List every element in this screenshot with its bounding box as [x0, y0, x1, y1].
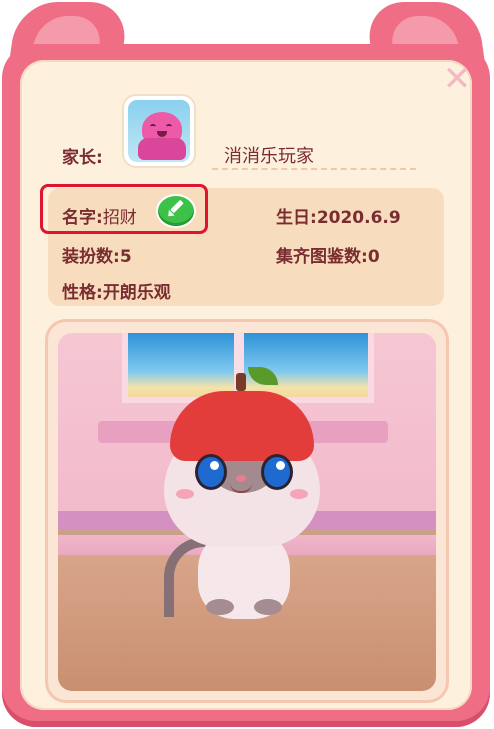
personality-value: 开朗乐观	[102, 283, 171, 303]
collection-value: 0	[367, 247, 380, 267]
birthday-field: 生日:2020.6.9	[276, 203, 401, 228]
cat-eye	[264, 457, 290, 487]
birthday-value: 2020.6.9	[316, 208, 401, 228]
personality-label: 性格:	[62, 283, 103, 303]
window-decoration	[128, 333, 368, 397]
outfits-field: 装扮数:5	[62, 242, 132, 267]
parent-avatar[interactable]	[124, 96, 194, 166]
pet-scene[interactable]	[58, 333, 436, 691]
outfits-value: 5	[119, 247, 132, 267]
name-underline	[212, 168, 416, 170]
birthday-label: 生日:	[276, 208, 317, 228]
outfits-label: 装扮数:	[62, 247, 120, 267]
cat-nose	[236, 475, 246, 482]
player-name: 消消乐玩家	[224, 146, 314, 167]
collection-label: 集齐图鉴数:	[276, 247, 368, 267]
octopus-avatar-icon	[128, 100, 190, 162]
apple-hat	[170, 391, 314, 461]
collection-field: 集齐图鉴数:0	[276, 242, 380, 267]
personality-field: 性格:开朗乐观	[62, 278, 171, 303]
parent-label: 家长:	[62, 148, 103, 168]
cat-eye	[198, 457, 224, 487]
close-icon[interactable]: ✕	[442, 62, 472, 96]
